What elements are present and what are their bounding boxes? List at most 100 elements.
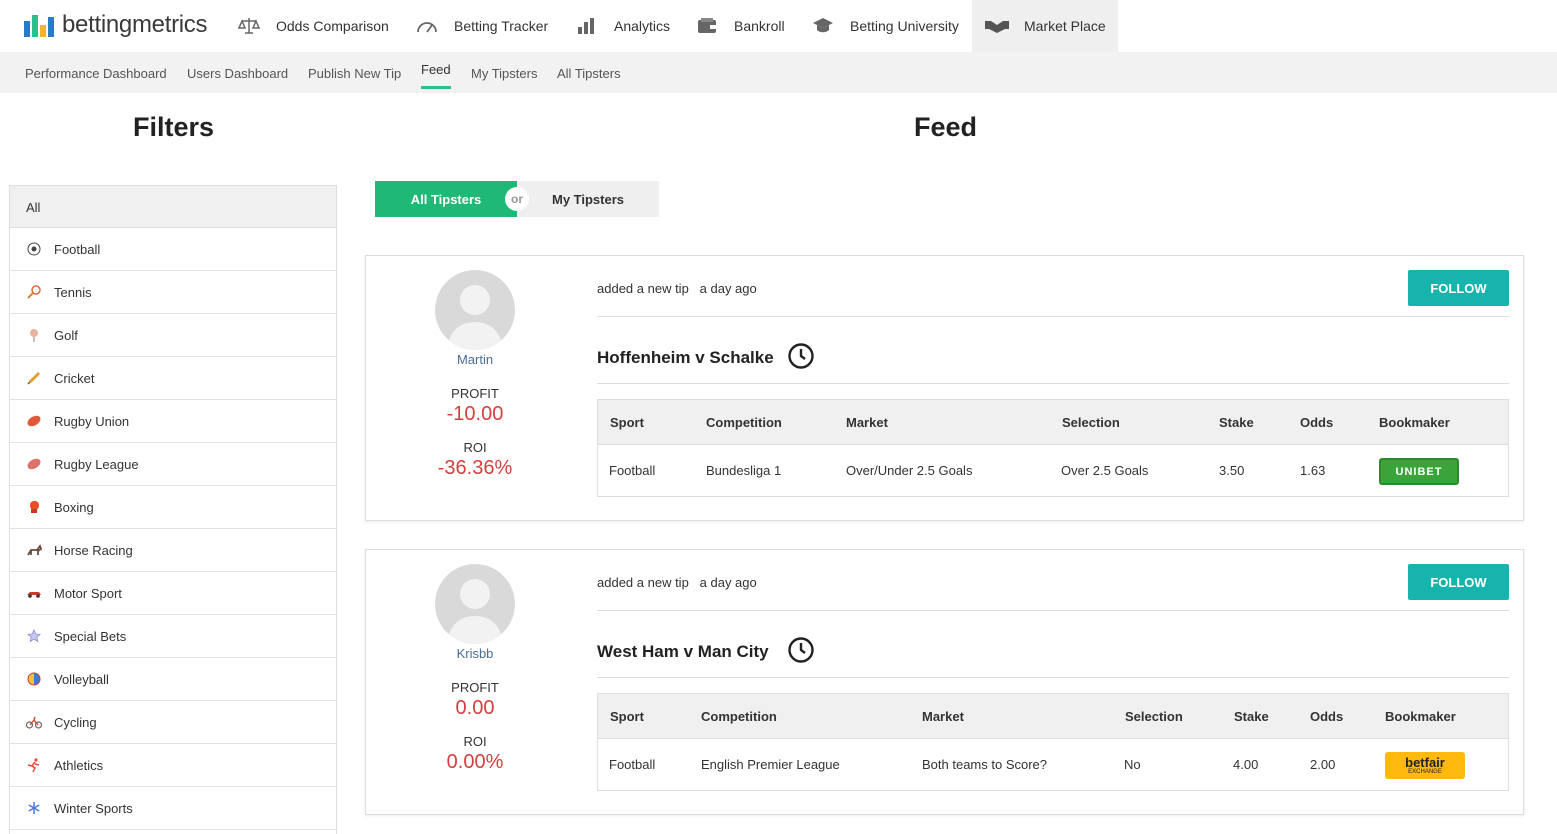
- filter-label: Tennis: [54, 284, 92, 300]
- nav-betting-university[interactable]: Betting University: [810, 0, 972, 52]
- col-stake: Stake: [1234, 709, 1269, 724]
- profit-label: PROFIT: [451, 680, 499, 695]
- clock-icon: [788, 343, 814, 369]
- filter-cycling[interactable]: Cycling: [10, 701, 336, 744]
- cell-selection: No: [1124, 757, 1141, 772]
- tip-card: Martin PROFIT -10.00 ROI -36.36% added a…: [365, 255, 1524, 521]
- filter-winter-sports[interactable]: Winter Sports: [10, 787, 336, 830]
- col-selection: Selection: [1062, 415, 1120, 430]
- race-car-icon: [26, 585, 42, 601]
- tipsters-toggle: All Tipsters My Tipsters or: [375, 181, 659, 217]
- subnav-my-tipsters[interactable]: My Tipsters: [471, 66, 537, 81]
- nav-bankroll[interactable]: Bankroll: [694, 0, 800, 52]
- filter-volleyball[interactable]: Volleyball: [10, 658, 336, 701]
- toggle-or-separator: or: [505, 187, 529, 211]
- avatar[interactable]: [435, 270, 515, 350]
- nav-label: Betting Tracker: [454, 18, 549, 34]
- clock-icon: [788, 637, 814, 663]
- match-title: West Ham v Man City: [597, 642, 769, 661]
- roi-label: ROI: [463, 440, 487, 455]
- col-sport: Sport: [610, 415, 644, 430]
- subnav-users-dashboard[interactable]: Users Dashboard: [187, 66, 288, 81]
- added-text: added a new tip: [597, 575, 689, 590]
- cell-odds: 2.00: [1310, 757, 1336, 772]
- handshake-icon: [984, 16, 1010, 36]
- nav-market-place[interactable]: Market Place: [972, 0, 1118, 52]
- filter-label: Cycling: [54, 714, 97, 730]
- brand-name: bettingmetrics: [62, 11, 208, 38]
- follow-button[interactable]: FOLLOW: [1408, 564, 1509, 600]
- col-selection: Selection: [1125, 709, 1183, 724]
- runner-icon: [26, 757, 42, 773]
- filter-label: Boxing: [54, 499, 94, 515]
- rugby-ball-icon: [26, 413, 42, 429]
- graduation-cap-icon: [810, 16, 836, 36]
- subnav-all-tipsters[interactable]: All Tipsters: [557, 66, 621, 81]
- subnav-performance-dashboard[interactable]: Performance Dashboard: [25, 66, 167, 81]
- cell-market: Over/Under 2.5 Goals: [846, 463, 973, 478]
- filter-label: Golf: [54, 327, 78, 343]
- cell-stake: 4.00: [1233, 757, 1259, 772]
- snowflake-icon: [26, 800, 42, 816]
- follow-button[interactable]: FOLLOW: [1408, 270, 1509, 306]
- filter-motor-sport[interactable]: Motor Sport: [10, 572, 336, 615]
- col-market: Market: [922, 709, 964, 724]
- nav-odds-comparison[interactable]: Odds Comparison: [236, 0, 404, 52]
- sub-navbar: Performance Dashboard Users Dashboard Pu…: [0, 52, 1557, 93]
- divider: [597, 383, 1509, 384]
- user-silhouette-icon: [447, 579, 503, 644]
- subnav-publish-new-tip[interactable]: Publish New Tip: [308, 66, 401, 81]
- scales-icon: [236, 16, 262, 36]
- filter-horse-racing[interactable]: Horse Racing: [10, 529, 336, 572]
- cell-sport: Football: [609, 463, 656, 478]
- filter-label: Horse Racing: [54, 542, 133, 558]
- nav-analytics[interactable]: Analytics: [574, 0, 684, 52]
- bar-chart-icon: [574, 16, 600, 36]
- toggle-all-tipsters[interactable]: All Tipsters: [375, 181, 517, 217]
- subnav-feed[interactable]: Feed: [421, 62, 451, 77]
- added-text: added a new tip: [597, 281, 689, 296]
- user-silhouette-icon: [447, 285, 503, 350]
- bookmaker-logo-unibet[interactable]: UNIBET: [1379, 458, 1459, 485]
- filter-cricket[interactable]: Cricket: [10, 357, 336, 400]
- avatar[interactable]: [435, 564, 515, 644]
- tip-meta: added a new tip a day ago: [597, 281, 757, 296]
- nav-betting-tracker[interactable]: Betting Tracker: [414, 0, 564, 52]
- filter-rugby-league[interactable]: Rugby League: [10, 443, 336, 486]
- cell-odds: 1.63: [1300, 463, 1326, 478]
- nav-label: Betting University: [850, 18, 959, 34]
- top-navbar: bettingmetrics Odds Comparison Betting T…: [0, 0, 1557, 52]
- filter-boxing[interactable]: Boxing: [10, 486, 336, 529]
- filter-label: Athletics: [54, 757, 104, 773]
- col-bookmaker: Bookmaker: [1379, 415, 1450, 430]
- filter-label: Cricket: [54, 370, 95, 386]
- tipster-name[interactable]: Krisbb: [366, 646, 584, 661]
- tipster-name[interactable]: Martin: [366, 352, 584, 367]
- golf-tee-icon: [26, 327, 42, 343]
- filter-all[interactable]: All: [10, 186, 336, 228]
- profit-label: PROFIT: [451, 386, 499, 401]
- tip-time: a day ago: [699, 575, 757, 590]
- filter-football[interactable]: Football: [10, 228, 336, 271]
- divider: [597, 677, 1509, 678]
- filter-tennis[interactable]: Tennis: [10, 271, 336, 314]
- filter-athletics[interactable]: Athletics: [10, 744, 336, 787]
- filter-rugby-union[interactable]: Rugby Union: [10, 400, 336, 443]
- horse-icon: [26, 542, 42, 558]
- bookmaker-logo-betfair[interactable]: betfair EXCHANGE: [1385, 752, 1465, 779]
- cell-selection: Over 2.5 Goals: [1061, 463, 1149, 478]
- toggle-my-tipsters[interactable]: My Tipsters: [517, 181, 659, 217]
- col-competition: Competition: [701, 709, 777, 724]
- star-icon: [26, 628, 42, 644]
- cricket-bat-icon: [26, 370, 42, 386]
- table-header: Sport Competition Market Selection Stake…: [598, 694, 1508, 739]
- football-icon: [26, 241, 42, 257]
- active-tab-indicator: [421, 86, 451, 89]
- filter-special-bets[interactable]: Special Bets: [10, 615, 336, 658]
- filter-golf[interactable]: Golf: [10, 314, 336, 357]
- sport-filter-list: All Football Tennis Golf Cricket Rugby U…: [9, 185, 337, 834]
- brand-logo[interactable]: bettingmetrics: [24, 10, 208, 40]
- nav-label: Market Place: [1024, 18, 1106, 34]
- col-odds: Odds: [1310, 709, 1344, 724]
- tip-meta: added a new tip a day ago: [597, 575, 757, 590]
